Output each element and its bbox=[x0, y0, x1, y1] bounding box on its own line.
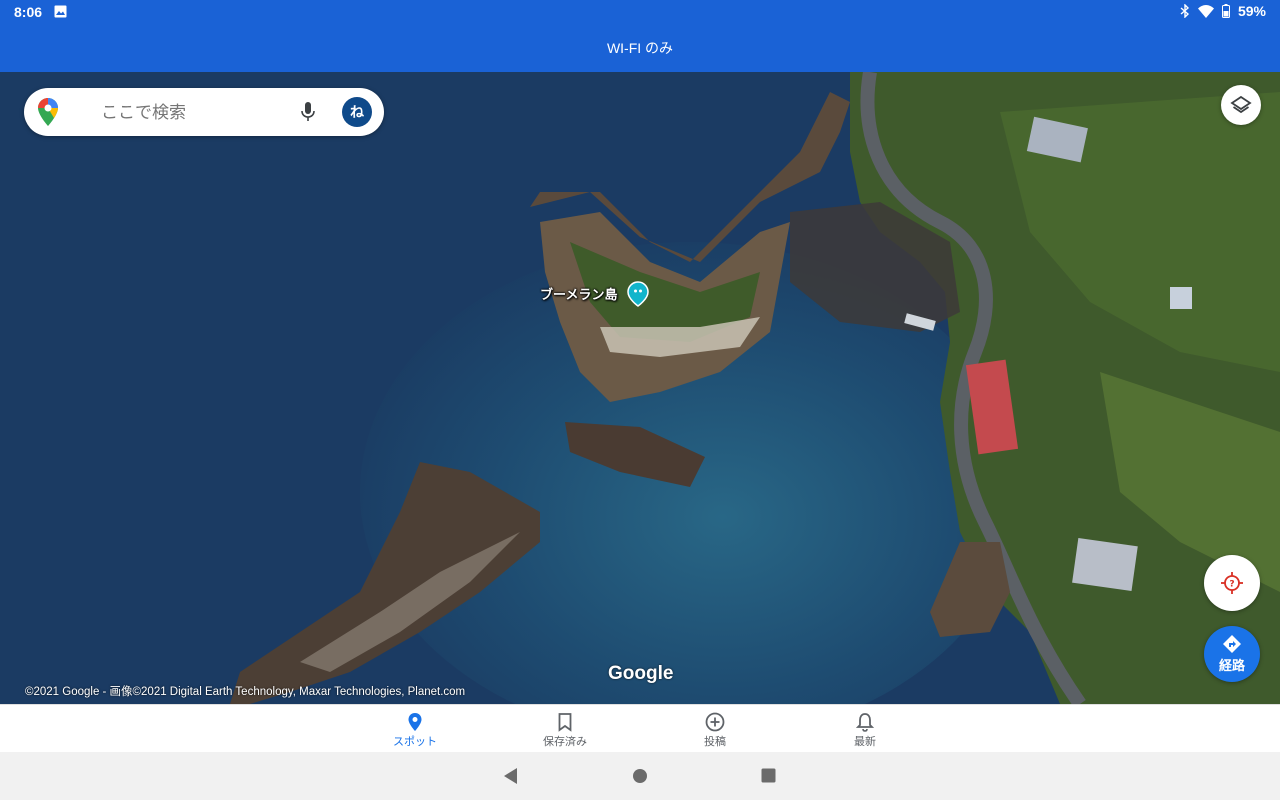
wifi-icon bbox=[1197, 4, 1214, 18]
map-attribution[interactable]: ©2021 Google - 画像©2021 Digital Earth Tec… bbox=[25, 683, 465, 699]
nav-tab-updates-label: 最新 bbox=[854, 735, 876, 748]
bluetooth-icon bbox=[1180, 4, 1189, 18]
recents-icon[interactable] bbox=[761, 768, 776, 783]
satellite-map[interactable] bbox=[0, 72, 1280, 704]
search-input[interactable] bbox=[99, 100, 313, 126]
google-logo: Google bbox=[608, 663, 674, 684]
status-bar: 8:06 59% bbox=[0, 0, 1280, 24]
nav-tab-contribute-label: 投稿 bbox=[704, 735, 726, 748]
microphone-icon[interactable] bbox=[301, 102, 315, 122]
nav-tab-explore[interactable]: スポット bbox=[355, 705, 475, 753]
system-navigation-bar bbox=[0, 752, 1280, 800]
battery-icon bbox=[1221, 4, 1230, 18]
place-label-boomerang-island[interactable]: ブーメラン島 bbox=[540, 284, 617, 303]
bell-icon bbox=[856, 713, 874, 732]
avatar-initial: ね bbox=[350, 105, 364, 121]
image-notification-icon bbox=[54, 5, 67, 18]
search-bar[interactable]: ね bbox=[24, 88, 384, 136]
wifi-only-label: WI-FI のみ bbox=[606, 40, 674, 56]
nav-tab-updates[interactable]: 最新 bbox=[805, 705, 925, 753]
layers-button[interactable] bbox=[1221, 85, 1261, 125]
status-time: 8:06 bbox=[14, 4, 43, 20]
directions-button[interactable]: 経路 bbox=[1204, 626, 1260, 682]
back-icon[interactable] bbox=[503, 767, 519, 785]
status-icons: 59% bbox=[1180, 3, 1266, 19]
directions-icon bbox=[1223, 635, 1241, 653]
svg-text:?: ? bbox=[1229, 580, 1234, 590]
nav-tab-explore-label: スポット bbox=[393, 735, 437, 748]
location-unknown-icon: ? bbox=[1221, 572, 1243, 594]
bookmark-icon bbox=[558, 713, 572, 732]
nav-tab-saved[interactable]: 保存済み bbox=[505, 705, 625, 753]
nav-tab-contribute[interactable]: 投稿 bbox=[655, 705, 775, 753]
bottom-navigation: スポット 保存済み 投稿 最新 bbox=[0, 704, 1280, 753]
layers-icon bbox=[1230, 95, 1252, 114]
satellite-imagery bbox=[0, 72, 1280, 704]
place-pin-icon[interactable] bbox=[627, 281, 649, 307]
add-circle-icon bbox=[705, 712, 725, 732]
nav-tab-saved-label: 保存済み bbox=[543, 735, 587, 748]
my-location-button[interactable]: ? bbox=[1204, 555, 1260, 611]
account-avatar[interactable]: ね bbox=[342, 97, 372, 127]
google-maps-logo-icon bbox=[38, 98, 58, 126]
battery-percent: 59% bbox=[1237, 3, 1266, 19]
home-icon[interactable] bbox=[632, 768, 648, 784]
directions-label: 経路 bbox=[1218, 659, 1245, 674]
location-pin-icon bbox=[408, 713, 422, 731]
wifi-only-banner: WI-FI のみ bbox=[0, 24, 1280, 72]
